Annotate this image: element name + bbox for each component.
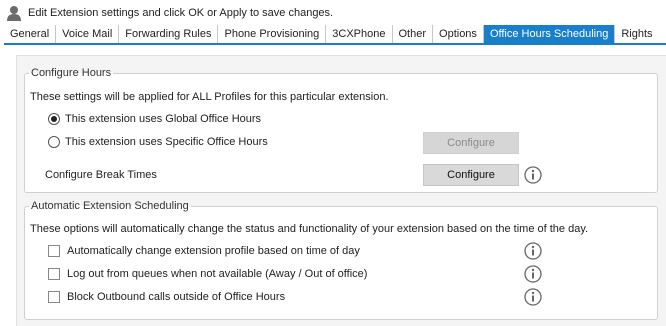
tab-phone-provisioning[interactable]: Phone Provisioning xyxy=(218,25,327,43)
tab-rights[interactable]: Rights xyxy=(615,25,658,43)
tab-other[interactable]: Other xyxy=(393,25,434,43)
checkbox-auto-change-profile[interactable]: Automatically change extension profile b… xyxy=(48,245,360,257)
radio-button-checked[interactable] xyxy=(48,113,60,125)
auto-change-profile-label: Automatically change extension profile b… xyxy=(67,245,360,257)
configure-hours-legend: Configure Hours xyxy=(31,67,112,79)
auto-scheduling-description: These options will automatically change … xyxy=(30,223,589,235)
auto-scheduling-legend: Automatic Extension Scheduling xyxy=(31,200,189,212)
user-icon xyxy=(6,5,22,22)
tab-options[interactable]: Options xyxy=(433,25,484,43)
instruction-header: Edit Extension settings and click OK or … xyxy=(6,4,333,22)
info-icon[interactable] xyxy=(524,288,542,306)
checkbox-logout-queues[interactable]: Log out from queues when not available (… xyxy=(48,268,367,280)
block-outbound-label: Block Outbound calls outside of Office H… xyxy=(67,291,286,303)
checkbox[interactable] xyxy=(48,245,60,257)
radio-button[interactable] xyxy=(48,136,60,148)
checkbox[interactable] xyxy=(48,291,60,303)
tab-bar: General Voice Mail Forwarding Rules Phon… xyxy=(4,25,666,45)
break-times-label: Configure Break Times xyxy=(45,169,157,181)
radio-global-office-hours[interactable]: This extension uses Global Office Hours xyxy=(48,113,261,125)
configure-specific-hours-button[interactable]: Configure xyxy=(423,132,519,154)
header-text: Edit Extension settings and click OK or … xyxy=(28,7,334,19)
checkbox[interactable] xyxy=(48,268,60,280)
info-icon[interactable] xyxy=(524,242,542,260)
checkbox-block-outbound[interactable]: Block Outbound calls outside of Office H… xyxy=(48,291,285,303)
configure-break-times-button[interactable]: Configure xyxy=(423,164,519,186)
info-icon[interactable] xyxy=(524,166,542,184)
tab-3cxphone[interactable]: 3CXPhone xyxy=(326,25,393,43)
radio-specific-label: This extension uses Specific Office Hour… xyxy=(65,136,268,148)
tab-voice-mail[interactable]: Voice Mail xyxy=(56,25,120,43)
info-icon[interactable] xyxy=(524,265,542,283)
tab-forwarding-rules[interactable]: Forwarding Rules xyxy=(119,25,219,43)
logout-queues-label: Log out from queues when not available (… xyxy=(67,268,368,280)
tab-general[interactable]: General xyxy=(4,25,57,43)
tab-office-hours-scheduling[interactable]: Office Hours Scheduling xyxy=(483,25,616,43)
radio-specific-office-hours[interactable]: This extension uses Specific Office Hour… xyxy=(48,136,268,148)
radio-global-label: This extension uses Global Office Hours xyxy=(65,113,262,125)
configure-hours-description: These settings will be applied for ALL P… xyxy=(30,91,389,103)
